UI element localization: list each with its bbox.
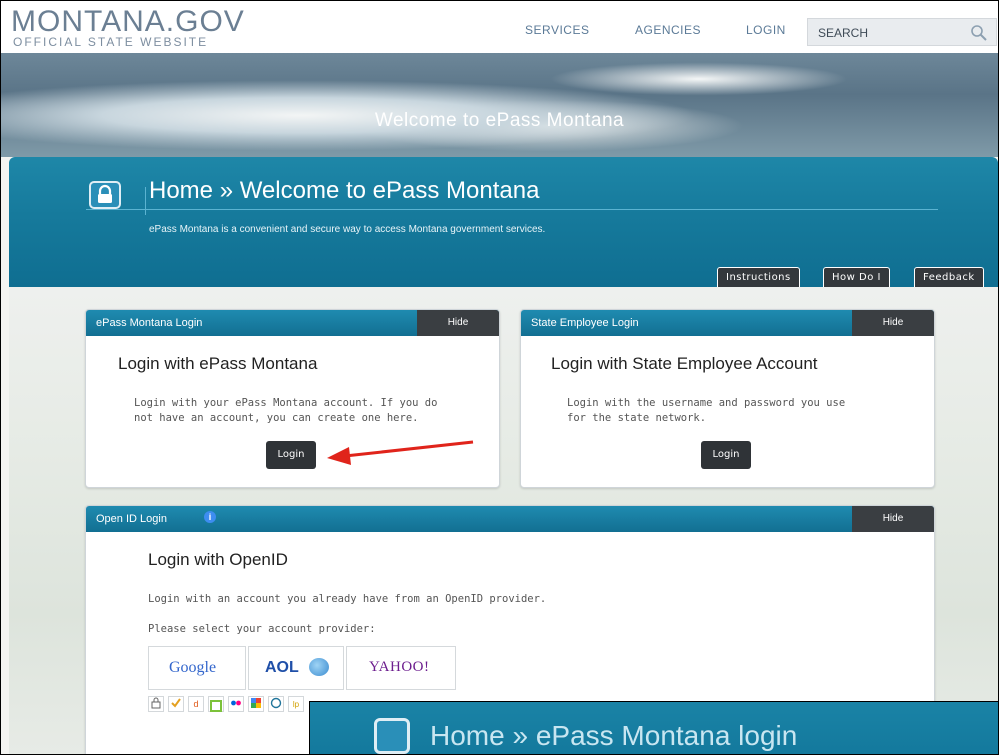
annotation-arrow-icon: [327, 440, 474, 465]
nav-agencies[interactable]: AGENCIES: [635, 23, 701, 37]
panel-heading: Login with OpenID: [148, 550, 288, 569]
panel-heading: Login with State Employee Account: [551, 354, 818, 373]
title-underline: [86, 209, 938, 210]
yahoo-label: YAHOO!: [369, 659, 430, 675]
verisign-icon[interactable]: [168, 696, 184, 712]
nav-services[interactable]: SERVICES: [525, 23, 589, 37]
panel-title: State Employee Login: [531, 317, 639, 329]
hide-button[interactable]: Hide: [852, 506, 934, 532]
aol-label: AOL: [265, 659, 299, 676]
google-profile-icon[interactable]: [248, 696, 264, 712]
google-label: Google: [169, 659, 217, 676]
overlay-lock-icon: [374, 718, 410, 754]
overlay-title: Home » ePass Montana login: [430, 720, 798, 751]
panel-heading: Login with ePass Montana: [118, 354, 318, 373]
site-logo-subtitle: OFFICIAL STATE WEBSITE: [13, 35, 209, 49]
panel-text-line1: Login with your ePass Montana account. I…: [134, 397, 438, 409]
search-input[interactable]: SEARCH: [807, 18, 997, 46]
search-icon[interactable]: [970, 24, 988, 42]
info-icon[interactable]: i: [204, 511, 216, 523]
wordpress-icon[interactable]: [268, 696, 284, 712]
panel-header: ePass Montana Login Hide: [86, 310, 499, 336]
title-banner: Home » Welcome to ePass Montana ePass Mo…: [9, 157, 998, 287]
yahoo-provider-button[interactable]: YAHOO!: [346, 646, 456, 690]
search-placeholder: SEARCH: [818, 26, 869, 40]
panel-header: State Employee Login Hide: [521, 310, 934, 336]
title-divider: [145, 187, 146, 215]
site-header: MONTANA.GOV OFFICIAL STATE WEBSITE SERVI…: [1, 1, 998, 53]
panel-text-line2: for the state network.: [567, 412, 707, 424]
feedback-button[interactable]: Feedback: [914, 267, 984, 287]
page-frame: MONTANA.GOV OFFICIAL STATE WEBSITE SERVI…: [0, 0, 999, 755]
state-employee-login-panel: State Employee Login Hide Login with Sta…: [520, 309, 935, 488]
hero-image: Welcome to ePass Montana: [1, 53, 998, 157]
page-tagline: ePass Montana is a convenient and secure…: [149, 224, 546, 235]
page-title: Home » Welcome to ePass Montana: [149, 177, 540, 204]
provider-select-label: Please select your account provider:: [148, 623, 376, 635]
epass-login-button[interactable]: Login: [266, 441, 316, 469]
state-login-button[interactable]: Login: [701, 441, 751, 469]
site-logo[interactable]: MONTANA.GOV: [11, 5, 245, 39]
panel-text-line1: Login with the username and password you…: [567, 397, 846, 409]
google-provider-button[interactable]: Google: [148, 646, 246, 690]
launchpad-icon[interactable]: lp: [288, 696, 304, 712]
panel-text-line2: not have an account, you can create one …: [134, 412, 419, 424]
panel-header: Open ID Login i Hide: [86, 506, 934, 532]
panel-text: Login with an account you already have f…: [148, 593, 547, 605]
lock-icon: [89, 181, 121, 209]
flickr-icon[interactable]: [228, 696, 244, 712]
nav-login[interactable]: LOGIN: [746, 23, 786, 37]
panel-title: Open ID Login: [96, 513, 167, 525]
aol-provider-button[interactable]: AOL: [248, 646, 344, 690]
provider-list: Google AOL YAHOO!: [148, 646, 468, 690]
openid-icon[interactable]: [148, 696, 164, 712]
hero-title: Welcome to ePass Montana: [374, 110, 625, 131]
clickpass-icon[interactable]: [208, 696, 224, 712]
hide-button[interactable]: Hide: [417, 310, 499, 336]
overlay-banner-preview: Home » ePass Montana login: [309, 701, 998, 754]
panel-title: ePass Montana Login: [96, 317, 203, 329]
claimid-icon[interactable]: d: [188, 696, 204, 712]
how-do-i-button[interactable]: How Do I: [823, 267, 890, 287]
aol-logo-icon: [309, 658, 329, 676]
instructions-button[interactable]: Instructions: [717, 267, 800, 287]
hide-button[interactable]: Hide: [852, 310, 934, 336]
